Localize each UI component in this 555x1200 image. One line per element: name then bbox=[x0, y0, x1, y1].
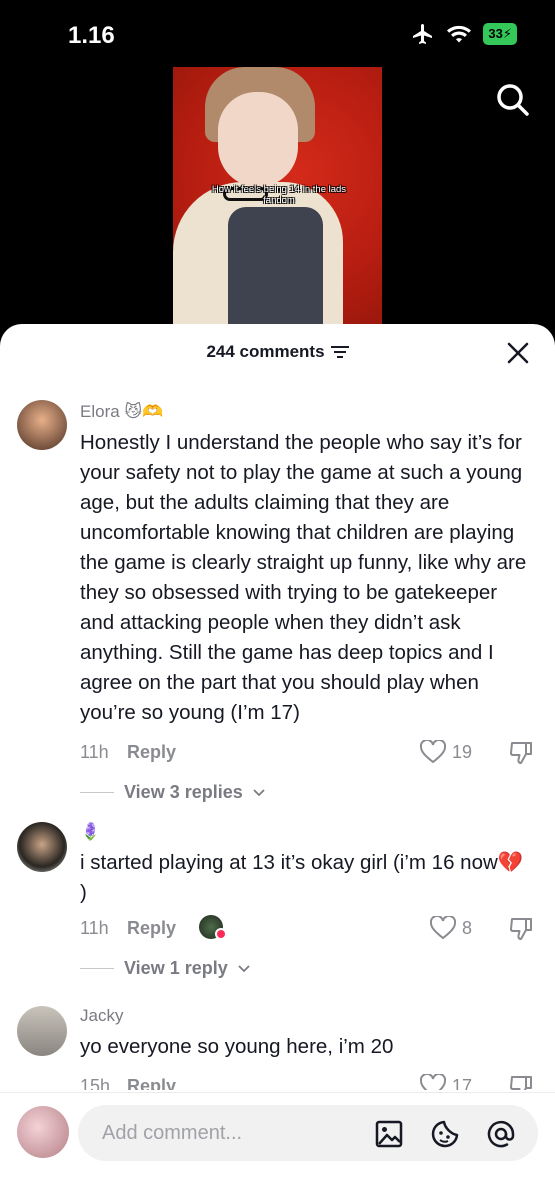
comment-text: yo everyone so young here, i’m 20 bbox=[80, 1035, 394, 1058]
close-button[interactable] bbox=[507, 342, 529, 364]
close-icon bbox=[507, 342, 529, 364]
status-bar: 1.16 33⚡ bbox=[0, 0, 555, 70]
view-replies-button[interactable]: View 3 replies bbox=[80, 782, 265, 803]
comment-count[interactable]: 244 comments bbox=[206, 342, 349, 362]
comment-time: 15h bbox=[80, 1076, 111, 1090]
reply-button[interactable]: Reply bbox=[127, 742, 176, 763]
comment-username-text: Elora bbox=[80, 402, 120, 421]
sticker-button[interactable] bbox=[430, 1119, 460, 1149]
filter-icon bbox=[330, 346, 349, 358]
search-button[interactable] bbox=[493, 80, 533, 120]
username-emoji: 😼🫶 bbox=[124, 402, 164, 421]
replies-divider bbox=[80, 968, 114, 969]
view-replies-label: View 1 reply bbox=[124, 958, 228, 978]
mention-icon bbox=[487, 1120, 515, 1148]
wifi-icon bbox=[447, 25, 472, 43]
comment-input-pill[interactable] bbox=[78, 1105, 538, 1161]
avatar[interactable] bbox=[17, 1006, 67, 1056]
like-button[interactable]: 17 bbox=[419, 1074, 472, 1091]
comment-text: Honestly I understand the people who say… bbox=[80, 431, 527, 724]
comment-time: 11h bbox=[80, 918, 109, 938]
chevron-down-icon bbox=[238, 964, 250, 972]
comment-composer bbox=[0, 1092, 555, 1200]
comment-count-label: 244 comments bbox=[206, 342, 325, 361]
chevron-down-icon bbox=[253, 788, 265, 796]
dislike-icon bbox=[510, 1076, 532, 1090]
reply-button[interactable]: Reply bbox=[127, 1076, 176, 1090]
view-replies-button[interactable]: View 1 reply bbox=[80, 958, 250, 979]
airplane-icon bbox=[413, 24, 433, 44]
status-time: 1.16 bbox=[68, 22, 115, 49]
comment-username[interactable]: 🪻 bbox=[80, 822, 101, 842]
status-icons: 33⚡ bbox=[411, 22, 517, 46]
like-button[interactable]: 8 bbox=[429, 916, 472, 940]
comment-meta: 11h Reply 8 bbox=[80, 915, 535, 942]
heart-icon bbox=[429, 916, 456, 940]
heart-badge-icon bbox=[215, 928, 227, 940]
video-figure-vest bbox=[228, 207, 323, 332]
like-count: 8 bbox=[461, 917, 472, 938]
image-icon bbox=[375, 1120, 403, 1148]
mention-button[interactable] bbox=[486, 1119, 516, 1149]
image-button[interactable] bbox=[374, 1119, 404, 1149]
like-count: 17 bbox=[451, 1075, 472, 1091]
dislike-icon bbox=[510, 742, 532, 764]
dislike-button[interactable] bbox=[509, 1074, 535, 1090]
view-replies-label: View 3 replies bbox=[124, 782, 243, 802]
search-icon bbox=[497, 84, 529, 116]
comment-meta: 11h Reply 19 bbox=[80, 740, 535, 766]
comment-text: i started playing at 13 it’s okay girl (… bbox=[80, 851, 524, 904]
like-button[interactable]: 19 bbox=[419, 740, 472, 764]
comment-time: 11h bbox=[80, 742, 109, 762]
like-count: 19 bbox=[451, 741, 472, 762]
dislike-icon bbox=[510, 918, 532, 940]
battery-icon: 33⚡ bbox=[483, 23, 517, 45]
avatar[interactable] bbox=[17, 822, 67, 872]
avatar[interactable] bbox=[17, 400, 67, 450]
sheet-header: 244 comments bbox=[0, 342, 555, 366]
video-figure-face bbox=[218, 92, 298, 187]
comment-username[interactable]: Elora 😼🫶 bbox=[80, 402, 163, 422]
heart-icon bbox=[419, 740, 446, 764]
sticker-icon bbox=[431, 1120, 459, 1148]
video-caption: How it feels being 14 in the lads fandom bbox=[211, 184, 347, 206]
my-avatar[interactable] bbox=[17, 1106, 69, 1158]
dislike-button[interactable] bbox=[509, 916, 535, 947]
reply-button[interactable]: Reply bbox=[127, 918, 176, 939]
battery-level: 33 bbox=[488, 26, 503, 41]
comment-meta: 15h Reply 17 bbox=[80, 1074, 535, 1091]
heart-icon bbox=[419, 1074, 446, 1090]
dislike-button[interactable] bbox=[509, 740, 535, 771]
comment-input[interactable] bbox=[102, 1105, 362, 1161]
video-player[interactable]: How it feels being 14 in the lads fandom bbox=[173, 67, 382, 332]
comments-sheet: 244 comments Elora 😼🫶 Honestly I underst… bbox=[0, 324, 555, 1200]
comment-username[interactable]: Jacky bbox=[80, 1006, 123, 1026]
comment-list[interactable]: Elora 😼🫶 Honestly I understand the peopl… bbox=[0, 392, 555, 1090]
replies-divider bbox=[80, 792, 114, 793]
